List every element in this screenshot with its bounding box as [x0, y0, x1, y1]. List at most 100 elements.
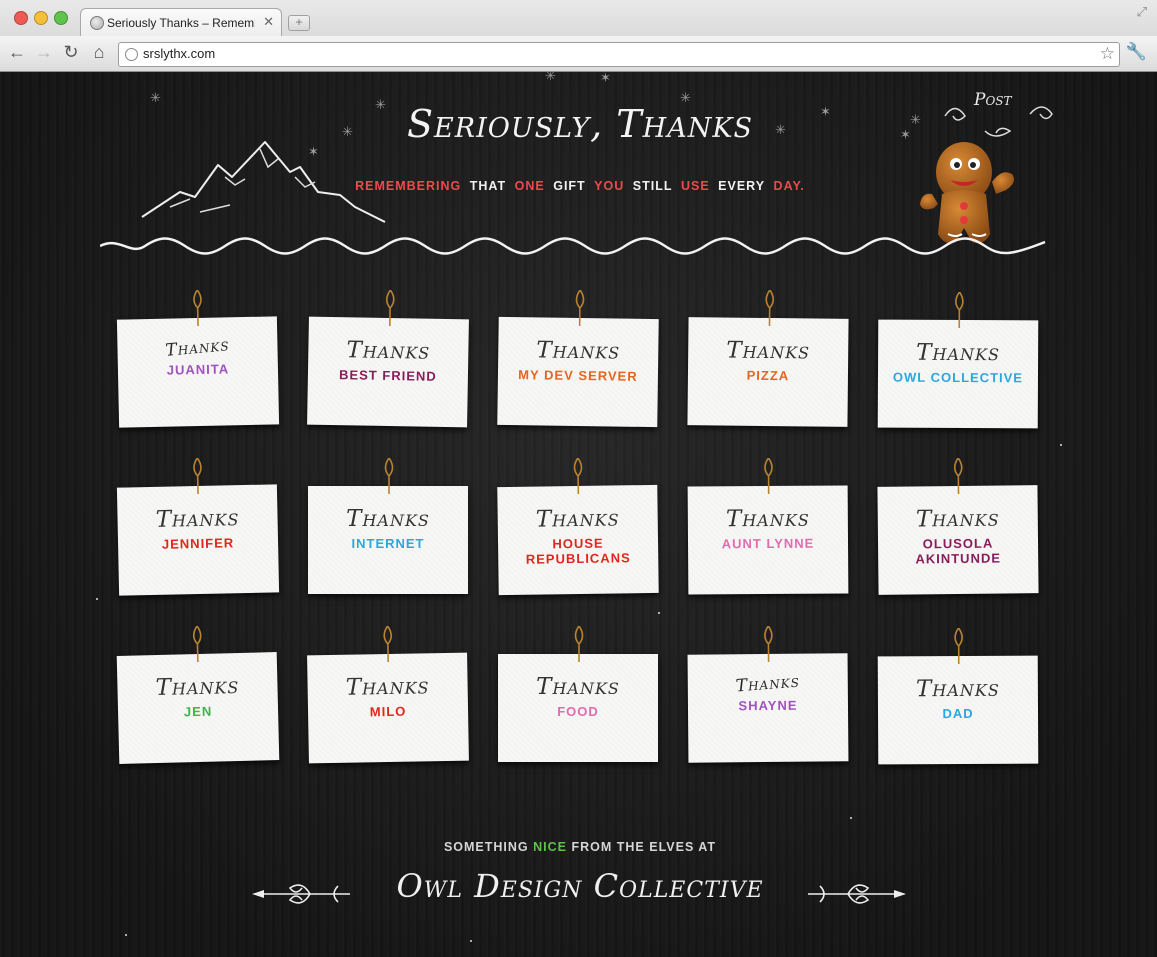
footer-credit: SOMETHING NICE FROM THE ELVES AT: [330, 840, 830, 854]
zoom-window-button[interactable]: [54, 11, 68, 25]
card-name: FOOD: [557, 704, 599, 719]
snow-dot: [1060, 444, 1062, 446]
wrench-icon[interactable]: 🔧: [1126, 42, 1147, 62]
thanks-card[interactable]: Thanks OLUSOLA AKINTUNDE: [877, 457, 1039, 595]
card-name: OLUSOLA AKINTUNDE: [915, 535, 1002, 567]
string-pin-icon: [765, 289, 775, 327]
string-pin-icon: [574, 626, 584, 662]
card-name: PIZZA: [746, 367, 790, 384]
thanks-card[interactable]: Thanks JUANITA: [116, 289, 280, 428]
minimize-window-button[interactable]: [34, 11, 48, 25]
string-pin-icon: [385, 289, 395, 327]
string-pin-icon: [954, 627, 963, 664]
card-thanks-script: Thanks: [536, 674, 620, 700]
thanks-card[interactable]: Thanks DAD: [877, 627, 1039, 765]
card-name: AUNT LYNNE: [721, 535, 815, 552]
string-pin-icon: [384, 458, 394, 494]
thanks-card[interactable]: Thanks MY DEV SERVER: [497, 289, 659, 428]
tagline-word: EVERY: [718, 179, 766, 193]
back-arrow-icon[interactable]: ←: [6, 42, 28, 63]
browser-chrome: Seriously Thanks – Rememb ✕ + ⤢ ← → ↻ ⌂ …: [0, 0, 1157, 72]
thanks-card[interactable]: Thanks AUNT LYNNE: [687, 457, 849, 595]
garland-divider: [100, 237, 1046, 255]
card-thanks-script: Thanks: [345, 673, 430, 701]
card-name: JEN: [183, 703, 213, 720]
url-text[interactable]: srslythx.com: [143, 46, 215, 61]
thanks-card[interactable]: Thanks JEN: [116, 625, 280, 764]
tagline-word: YOU: [594, 179, 625, 193]
footer-text: FROM THE ELVES AT: [571, 840, 717, 854]
card-thanks-script: Thanks: [915, 505, 1000, 533]
card-name: MILO: [369, 703, 407, 720]
right-flourish-ornament: [808, 884, 906, 904]
left-flourish-ornament: [252, 884, 350, 904]
string-pin-icon: [764, 457, 773, 494]
card-name: BEST FRIEND: [338, 367, 437, 384]
browser-tab[interactable]: Seriously Thanks – Rememb ✕: [80, 8, 282, 37]
card-name: MY DEV SERVER: [518, 367, 638, 384]
thanks-card[interactable]: Thanks PIZZA: [687, 289, 849, 427]
string-pin-icon: [193, 457, 202, 495]
thanks-card[interactable]: Thanks OWL COLLECTIVE: [877, 291, 1039, 429]
string-pin-icon: [955, 291, 964, 329]
tagline-word: ONE: [514, 179, 545, 193]
card-name: DAD: [942, 705, 974, 722]
thanks-card[interactable]: Thanks MILO: [307, 625, 469, 764]
snow-dot: [470, 940, 472, 942]
card-thanks-script: Thanks: [536, 337, 621, 365]
bookmark-star-icon[interactable]: ☆: [1100, 44, 1115, 64]
thanks-card[interactable]: Thanks SHAYNE: [687, 625, 849, 763]
card-thanks-script: Thanks: [916, 339, 1001, 367]
snow-dot: [850, 817, 852, 819]
card-thanks-script: Thanks: [346, 506, 430, 532]
thanks-card[interactable]: Thanks JENNIFER: [116, 457, 280, 596]
address-bar[interactable]: srslythx.com ☆: [118, 42, 1120, 67]
card-thanks-script: Thanks: [735, 671, 801, 697]
fullscreen-icon[interactable]: ⤢: [1137, 4, 1147, 20]
card-thanks-script: Thanks: [155, 672, 240, 702]
tagline-word: STILL: [632, 179, 673, 193]
snow-dot: [96, 598, 98, 600]
tagline-word: DAY.: [773, 179, 805, 193]
card-name: OWL COLLECTIVE: [892, 369, 1024, 386]
star-icon: ✶: [600, 72, 611, 85]
thanks-card[interactable]: Thanks INTERNET: [308, 458, 468, 594]
close-window-button[interactable]: [14, 11, 28, 25]
site-title: Seriously, Thanks: [407, 102, 753, 146]
card-name: JUANITA: [166, 361, 230, 378]
footer-highlight: NICE: [533, 840, 568, 854]
owl-design-collective-link[interactable]: Owl Design Collective: [370, 867, 790, 905]
string-pin-icon: [575, 289, 585, 327]
tagline: REMEMBERING THAT ONE GIFT YOU STILL USE …: [300, 179, 860, 193]
card-name: SHAYNE: [738, 697, 798, 714]
tagline-word: USE: [680, 179, 710, 193]
tagline-word: GIFT: [553, 179, 586, 193]
reload-icon[interactable]: ↻: [60, 42, 82, 63]
tab-strip: Seriously Thanks – Rememb ✕ + ⤢: [0, 0, 1157, 37]
star-icon: ✳: [150, 90, 161, 105]
thanks-card[interactable]: Thanks HOUSE REPUBLICANS: [497, 457, 659, 596]
string-pin-icon: [192, 625, 202, 663]
star-icon: ✶: [820, 104, 831, 119]
string-pin-icon: [383, 625, 393, 663]
close-tab-icon[interactable]: ✕: [263, 14, 274, 30]
browser-toolbar: ← → ↻ ⌂ srslythx.com ☆ 🔧: [0, 36, 1157, 71]
page-content: ✳ ✳ ✶ ✳ ✳ ✶ ✳ ✶ ✳ ✶ ✳ Seriously, Thanks …: [0, 72, 1157, 957]
new-tab-button[interactable]: +: [288, 15, 310, 31]
tagline-word: THAT: [469, 179, 507, 193]
snow-dot: [125, 934, 127, 936]
snow-dot: [658, 612, 660, 614]
card-thanks-script: Thanks: [346, 337, 431, 365]
star-icon: ✶: [900, 127, 911, 142]
globe-icon: [90, 16, 104, 30]
card-thanks-script: Thanks: [155, 505, 240, 533]
thanks-card[interactable]: Thanks BEST FRIEND: [307, 289, 469, 428]
star-icon: ✳: [545, 72, 556, 83]
thanks-card[interactable]: Thanks FOOD: [498, 626, 658, 762]
star-icon: ✳: [910, 112, 921, 127]
home-icon[interactable]: ⌂: [88, 42, 110, 63]
tab-title: Seriously Thanks – Rememb: [107, 16, 255, 30]
forward-arrow-icon[interactable]: →: [33, 42, 55, 63]
card-name: INTERNET: [351, 536, 425, 551]
card-name: JENNIFER: [161, 535, 235, 552]
